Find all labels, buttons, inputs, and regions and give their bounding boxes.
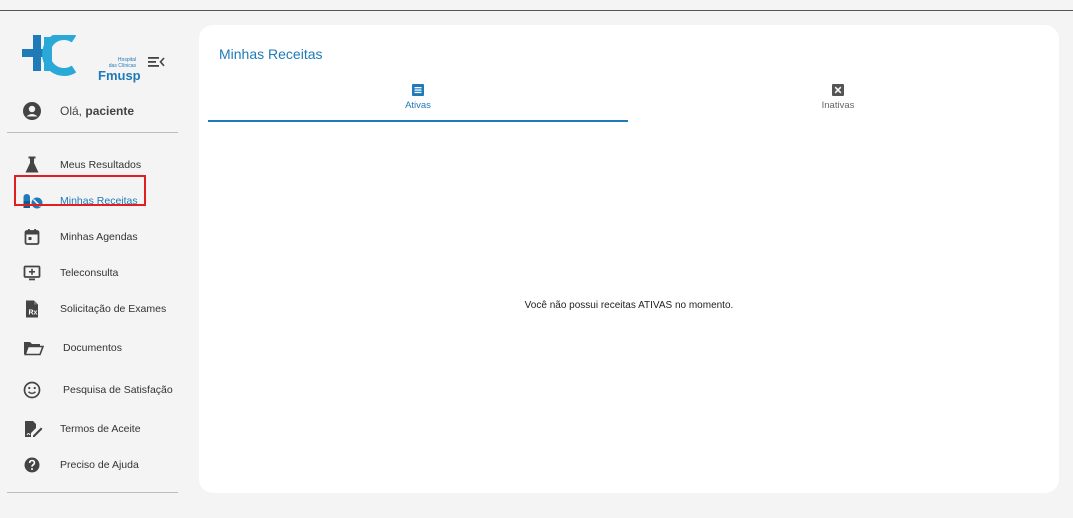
sidebar-divider-top bbox=[7, 132, 178, 133]
active-item-highlight bbox=[14, 175, 146, 206]
close-box-icon bbox=[832, 84, 844, 96]
sidebar-item-teleconsulta[interactable]: Teleconsulta bbox=[22, 261, 182, 285]
greeting-text: Olá, bbox=[60, 104, 83, 118]
sidebar-divider-bottom bbox=[7, 492, 178, 493]
user-greeting-label: Olá, paciente bbox=[60, 104, 134, 118]
user-name: paciente bbox=[85, 104, 135, 118]
sidebar-item-label: Meus Resultados bbox=[60, 159, 142, 171]
hospital-logo[interactable]: Hospital das Clínicas Fmusp bbox=[22, 32, 141, 83]
flask-icon bbox=[25, 156, 39, 173]
sidebar-item-label: Termos de Aceite bbox=[60, 423, 141, 435]
active-tab-indicator bbox=[208, 120, 628, 122]
sidebar-item-label: Teleconsulta bbox=[60, 267, 119, 279]
sidebar-item-label: Minhas Agendas bbox=[60, 231, 138, 243]
logo-name: Fmusp bbox=[98, 68, 141, 83]
main-card: Minhas Receitas Ativas Inativas Você não… bbox=[199, 25, 1059, 493]
sidebar-item-minhas-agendas[interactable]: Minhas Agendas bbox=[22, 225, 182, 249]
help-icon bbox=[24, 457, 40, 473]
empty-state-message: Você não possui receitas ATIVAS no momen… bbox=[524, 300, 734, 311]
tab-ativas[interactable]: Ativas bbox=[208, 81, 628, 123]
calendar-icon bbox=[24, 229, 40, 245]
sidebar-item-label: Solicitação de Exames bbox=[60, 303, 167, 315]
sidebar-item-solicitacao-exames[interactable]: Rx Solicitação de Exames bbox=[22, 297, 182, 321]
tab-inativas[interactable]: Inativas bbox=[628, 81, 1048, 123]
folder-open-icon bbox=[24, 342, 44, 356]
smiley-icon bbox=[23, 381, 41, 399]
svg-text:Rx: Rx bbox=[29, 310, 38, 317]
sidebar-item-label: Documentos bbox=[63, 342, 122, 354]
sidebar-item-pesquisa-satisfacao[interactable]: Pesquisa de Satisfação bbox=[22, 378, 182, 402]
prescription-doc-icon: Rx bbox=[26, 300, 38, 318]
list-icon bbox=[412, 84, 424, 96]
account-circle-icon bbox=[23, 102, 41, 120]
sidebar-item-meus-resultados[interactable]: Meus Resultados bbox=[22, 153, 182, 177]
hc-logo-icon bbox=[22, 32, 77, 76]
sidebar-item-label: Pesquisa de Satisfação bbox=[63, 384, 173, 396]
menu-open-icon bbox=[148, 57, 165, 67]
tab-label: Inativas bbox=[821, 100, 855, 111]
page-title: Minhas Receitas bbox=[219, 46, 323, 62]
sidebar-item-preciso-ajuda[interactable]: Preciso de Ajuda bbox=[22, 453, 182, 477]
sidebar-item-documentos[interactable]: Documentos bbox=[22, 336, 182, 360]
tab-label: Ativas bbox=[405, 100, 431, 111]
menu-collapse-button[interactable] bbox=[147, 54, 165, 70]
sidebar-item-termos-aceite[interactable]: Termos de Aceite bbox=[22, 417, 182, 441]
user-greeting[interactable]: Olá, paciente bbox=[22, 100, 134, 122]
signature-icon bbox=[25, 421, 43, 437]
sidebar-item-label: Preciso de Ajuda bbox=[60, 459, 139, 471]
sidebar: Hospital das Clínicas Fmusp Olá, pacient… bbox=[0, 11, 192, 518]
monitor-plus-icon bbox=[23, 265, 41, 281]
